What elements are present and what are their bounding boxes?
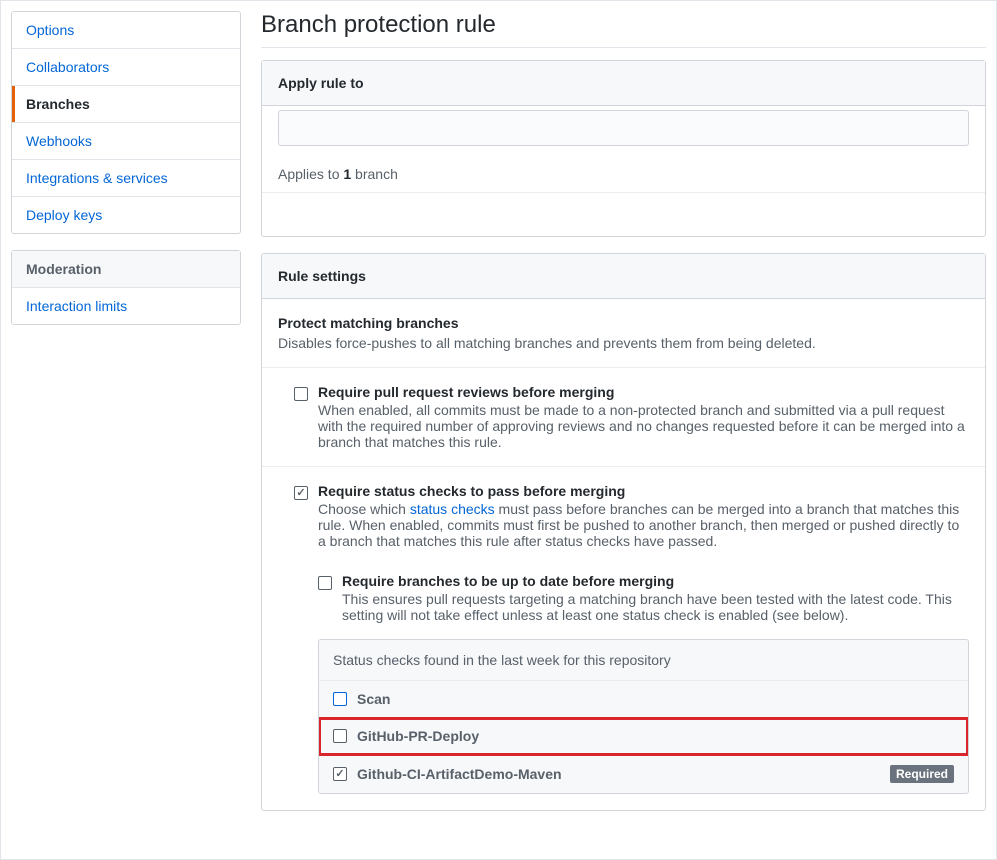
- sidebar-item-deploy-keys[interactable]: Deploy keys: [12, 197, 240, 233]
- require-up-to-date-desc: This ensures pull requests targeting a m…: [342, 591, 969, 623]
- sidebar-item-branches[interactable]: Branches: [12, 86, 240, 122]
- status-check-label: Github-CI-ArtifactDemo-Maven: [357, 766, 562, 782]
- sidebar-item-webhooks[interactable]: Webhooks: [12, 123, 240, 159]
- sidebar-moderation-list: Moderation Interaction limits: [11, 250, 241, 325]
- checkbox-require-pr-reviews[interactable]: [294, 387, 308, 401]
- sidebar-item-collaborators[interactable]: Collaborators: [12, 49, 240, 85]
- status-check-label: GitHub-PR-Deploy: [357, 728, 479, 744]
- status-checks-panel: Status checks found in the last week for…: [318, 639, 969, 794]
- sidebar-moderation-header: Moderation: [12, 251, 240, 288]
- status-check-row-scan[interactable]: Scan: [319, 681, 968, 718]
- protect-desc: Disables force-pushes to all matching br…: [278, 335, 969, 351]
- checkbox-require-status-checks[interactable]: [294, 486, 308, 500]
- protect-section: Protect matching branches Disables force…: [262, 299, 985, 368]
- option-require-pr-reviews: Require pull request reviews before merg…: [262, 384, 985, 466]
- option-require-status-checks: Require status checks to pass before mer…: [262, 483, 985, 565]
- rule-settings-header: Rule settings: [262, 254, 985, 299]
- require-status-checks-title: Require status checks to pass before mer…: [318, 483, 969, 499]
- status-check-row-github-ci-artifactdemo[interactable]: Github-CI-ArtifactDemo-Maven Required: [319, 755, 968, 793]
- settings-sidebar: Options Collaborators Branches Webhooks …: [11, 11, 241, 849]
- sidebar-nav-list: Options Collaborators Branches Webhooks …: [11, 11, 241, 234]
- require-pr-reviews-desc: When enabled, all commits must be made t…: [318, 402, 969, 450]
- status-checks-header: Status checks found in the last week for…: [319, 640, 968, 681]
- apply-rule-header: Apply rule to: [262, 61, 985, 106]
- require-pr-reviews-title: Require pull request reviews before merg…: [318, 384, 969, 400]
- rule-settings-panel: Rule settings Protect matching branches …: [261, 253, 986, 811]
- branch-pattern-input[interactable]: [278, 110, 969, 146]
- status-checks-link[interactable]: status checks: [410, 501, 495, 517]
- apply-rule-panel: Apply rule to Applies to 1 branch: [261, 60, 986, 237]
- checkbox-github-pr-deploy[interactable]: [333, 729, 347, 743]
- require-up-to-date-title: Require branches to be up to date before…: [342, 573, 969, 589]
- status-check-label: Scan: [357, 691, 390, 707]
- sidebar-item-interaction-limits[interactable]: Interaction limits: [12, 288, 240, 324]
- page-title: Branch protection rule: [261, 11, 986, 48]
- sidebar-item-options[interactable]: Options: [12, 12, 240, 48]
- option-require-up-to-date: Require branches to be up to date before…: [262, 565, 985, 639]
- checkbox-require-up-to-date[interactable]: [318, 576, 332, 590]
- required-badge: Required: [890, 765, 954, 783]
- sidebar-item-integrations[interactable]: Integrations & services: [12, 160, 240, 196]
- checkbox-scan[interactable]: [333, 692, 347, 706]
- checkbox-github-ci-artifactdemo[interactable]: [333, 767, 347, 781]
- protect-title: Protect matching branches: [278, 315, 969, 331]
- main-content: Branch protection rule Apply rule to App…: [261, 11, 986, 849]
- applies-to-text: Applies to 1 branch: [262, 156, 985, 192]
- require-status-checks-desc: Choose which status checks must pass bef…: [318, 501, 969, 549]
- status-check-row-github-pr-deploy[interactable]: GitHub-PR-Deploy: [319, 718, 968, 755]
